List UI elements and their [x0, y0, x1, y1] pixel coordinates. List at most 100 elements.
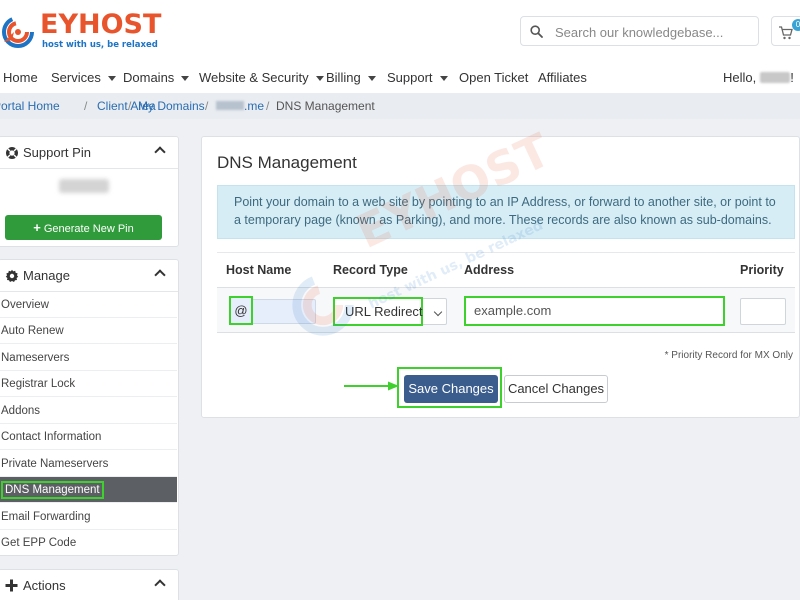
top-header: EYHOST host with us, be relaxed 0 — [0, 0, 800, 62]
nav-services[interactable]: Services — [51, 70, 116, 85]
support-pin-header[interactable]: Support Pin — [0, 137, 178, 169]
nav-home[interactable]: Home — [3, 70, 38, 85]
caret-down-icon — [107, 76, 116, 82]
menu-label: DNS Management — [1, 481, 104, 499]
record-type-value[interactable]: URL Redirect — [333, 297, 423, 326]
generate-new-pin-button[interactable]: + Generate New Pin — [5, 215, 162, 240]
nav-website-security[interactable]: Website & Security — [199, 70, 324, 85]
life-ring-icon — [6, 147, 18, 159]
nav-billing[interactable]: Billing — [326, 70, 376, 85]
nav-label: Open Ticket — [459, 70, 529, 85]
breadcrumb-separator: / — [205, 99, 209, 113]
menu-label: Email Forwarding — [1, 511, 91, 523]
sidebar-item-private-nameservers[interactable]: Private Nameservers — [0, 451, 177, 477]
sidebar-item-addons[interactable]: Addons — [0, 398, 177, 424]
brand-logo[interactable]: EYHOST host with us, be relaxed — [0, 8, 165, 54]
menu-label: Private Nameservers — [1, 458, 109, 470]
priority-note: * Priority Record for MX Only — [664, 350, 793, 361]
sidebar-item-nameservers[interactable]: Nameservers — [0, 345, 177, 371]
nav-label: Domains — [123, 70, 175, 85]
nav-affiliates[interactable]: Affiliates — [538, 70, 587, 85]
breadcrumb-my-domains[interactable]: My Domains — [138, 99, 205, 113]
manage-panel: Manage Overview Auto Renew Nameservers R… — [0, 259, 179, 556]
save-changes-button[interactable]: Save Changes — [404, 375, 498, 403]
nav-label: Affiliates — [538, 70, 587, 85]
gear-icon — [5, 269, 19, 282]
search-icon — [530, 25, 543, 38]
priority-input[interactable] — [740, 298, 786, 325]
menu-label: Nameservers — [1, 352, 70, 364]
menu-label: Auto Renew — [1, 325, 64, 337]
caret-down-icon — [315, 76, 324, 82]
cart-button[interactable]: 0 — [771, 16, 800, 46]
knowledgebase-search[interactable] — [520, 16, 759, 46]
nav-label: Services — [51, 70, 101, 85]
breadcrumb-separator: / — [84, 99, 88, 113]
actions-panel: Actions — [0, 569, 179, 600]
menu-label: Registrar Lock — [1, 378, 76, 390]
hello-suffix: ! — [790, 70, 794, 85]
panel-title: Support Pin — [23, 145, 91, 160]
nav-label: Website & Security — [199, 70, 309, 85]
sidebar-item-registrar-lock[interactable]: Registrar Lock — [0, 371, 177, 397]
cart-icon — [779, 26, 793, 40]
actions-header[interactable]: Actions — [0, 570, 178, 600]
caret-down-icon — [181, 76, 190, 82]
caret-down-icon — [439, 76, 448, 82]
column-header-priority: Priority — [740, 263, 784, 277]
breadcrumb: Portal Home / Client Area / My Domains /… — [0, 93, 800, 119]
dns-management-card: DNS Management Point your domain to a we… — [201, 136, 800, 418]
nav-label: Home — [3, 70, 38, 85]
nav-open-ticket[interactable]: Open Ticket — [459, 70, 528, 85]
breadcrumb-domain[interactable]: .me — [216, 99, 264, 113]
nav-support[interactable]: Support — [387, 70, 448, 85]
host-name-value[interactable]: @ — [229, 296, 253, 325]
manage-header[interactable]: Manage — [0, 260, 178, 292]
plus-icon — [5, 579, 18, 592]
plus-icon: + — [33, 220, 41, 235]
sidebar-item-get-epp-code[interactable]: Get EPP Code — [0, 530, 177, 556]
logo-tagline: host with us, be relaxed — [42, 40, 158, 50]
cart-count-badge: 0 — [792, 19, 800, 31]
sidebar-item-email-forwarding[interactable]: Email Forwarding — [0, 504, 177, 530]
menu-label: Overview — [1, 299, 49, 311]
support-pin-value-redacted — [59, 179, 109, 193]
info-alert: Point your domain to a web site by point… — [217, 185, 795, 239]
sidebar-item-overview[interactable]: Overview — [0, 292, 177, 318]
page-title: DNS Management — [217, 153, 357, 172]
panel-title: Manage — [23, 268, 70, 283]
menu-label: Get EPP Code — [1, 537, 77, 549]
domain-redacted — [216, 101, 244, 110]
nav-account-menu[interactable]: Hello,! — [723, 70, 800, 85]
column-header-host-name: Host Name — [226, 263, 292, 277]
username-redacted — [760, 72, 791, 83]
cancel-changes-button[interactable]: Cancel Changes — [504, 375, 608, 403]
column-header-address: Address — [464, 263, 515, 277]
chevron-up-icon[interactable] — [154, 269, 166, 281]
nav-domains[interactable]: Domains — [123, 70, 190, 85]
panel-title: Actions — [23, 578, 66, 593]
main-nav: Home Services Domains Website & Security… — [0, 62, 800, 93]
button-label: Generate New Pin — [43, 223, 134, 235]
nav-label: Billing — [326, 70, 361, 85]
breadcrumb-separator: / — [266, 99, 270, 113]
nav-label: Support — [387, 70, 433, 85]
sidebar-item-contact-information[interactable]: Contact Information — [0, 424, 177, 450]
chevron-up-icon[interactable] — [154, 579, 166, 591]
menu-label: Contact Information — [1, 431, 102, 443]
hello-label: Hello, — [723, 70, 757, 85]
menu-label: Addons — [1, 405, 41, 417]
domain-tld: .me — [244, 99, 265, 113]
breadcrumb-current: DNS Management — [276, 99, 375, 113]
caret-down-icon — [367, 76, 376, 82]
chevron-up-icon[interactable] — [154, 146, 166, 158]
search-input[interactable] — [555, 22, 750, 42]
logo-wordmark: EYHOST — [40, 9, 162, 40]
column-header-record-type: Record Type — [333, 263, 408, 277]
sidebar-item-auto-renew[interactable]: Auto Renew — [0, 318, 177, 344]
address-input[interactable]: example.com — [464, 296, 725, 326]
logo-mark-icon — [2, 16, 34, 48]
breadcrumb-portal-home[interactable]: Portal Home — [0, 99, 60, 113]
arrow-right-icon — [344, 381, 399, 391]
sidebar-item-dns-management[interactable]: DNS Management — [0, 477, 177, 503]
